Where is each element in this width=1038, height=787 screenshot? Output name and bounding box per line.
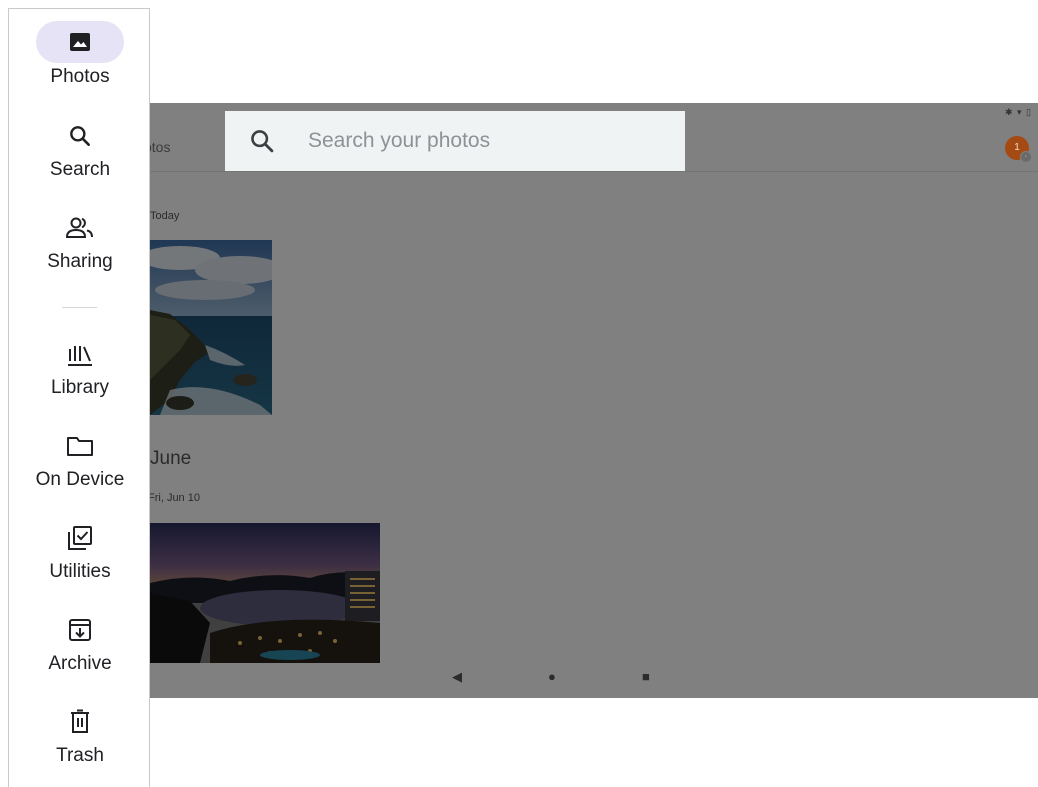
active-indicator xyxy=(36,21,124,63)
photos-icon xyxy=(70,33,90,51)
rail-label-search: Search xyxy=(49,159,111,180)
system-home-button[interactable]: ● xyxy=(548,669,556,684)
search-bar[interactable] xyxy=(225,111,685,171)
avatar-badge: ◦ xyxy=(1020,151,1032,163)
rail-item-on-device[interactable]: On Device xyxy=(9,425,151,491)
rail-label-trash: Trash xyxy=(56,745,104,766)
photo-thumbnail-coast[interactable] xyxy=(150,240,272,415)
navigation-rail: Photos Search Sharing Library On Device … xyxy=(8,8,150,787)
system-recents-button[interactable]: ■ xyxy=(642,669,650,684)
date-label-jun-10: Fri, Jun 10 xyxy=(150,492,200,504)
rail-label-photos: Photos xyxy=(50,66,110,87)
rail-item-utilities[interactable]: Utilities xyxy=(9,517,151,583)
avatar-initial: 1 xyxy=(1014,142,1020,153)
rail-label-sharing: Sharing xyxy=(47,251,113,272)
rail-item-photos[interactable]: Photos xyxy=(9,21,151,88)
status-bar-icons: ✱ ▾ ▯ xyxy=(1004,107,1032,117)
library-icon xyxy=(68,346,92,366)
folder-icon xyxy=(67,437,93,456)
search-input[interactable] xyxy=(306,128,670,154)
rail-item-archive[interactable]: Archive xyxy=(9,609,151,675)
header-divider xyxy=(150,171,1038,172)
rail-item-search[interactable]: Search xyxy=(9,115,151,181)
rail-divider xyxy=(62,307,97,308)
photo-thumbnail-resort[interactable] xyxy=(150,523,380,663)
account-avatar[interactable]: 1 ◦ xyxy=(1005,136,1032,163)
archive-icon xyxy=(69,619,91,641)
scrim-overlay xyxy=(150,240,272,415)
scrim-overlay xyxy=(150,523,380,663)
rail-item-library[interactable]: Library xyxy=(9,333,151,399)
rail-label-library: Library xyxy=(50,377,110,398)
rail-label-utilities: Utilities xyxy=(49,561,111,582)
app-screen: ✱ ▾ ▯ otos 1 ◦ Today xyxy=(150,103,1038,698)
rail-item-sharing[interactable]: Sharing xyxy=(9,207,151,273)
date-label-today: Today xyxy=(150,210,180,222)
search-icon xyxy=(70,126,90,146)
system-back-button[interactable]: ◀ xyxy=(452,669,462,685)
search-icon[interactable] xyxy=(248,127,276,155)
trash-icon xyxy=(71,709,89,733)
rail-label-archive: Archive xyxy=(48,653,112,674)
people-icon xyxy=(65,217,93,238)
rail-item-trash[interactable]: Trash xyxy=(9,701,151,767)
checklist-icon xyxy=(68,526,92,550)
app-title: otos xyxy=(150,139,171,155)
month-label-june: June xyxy=(150,448,192,469)
rail-label-on-device: On Device xyxy=(35,469,125,490)
